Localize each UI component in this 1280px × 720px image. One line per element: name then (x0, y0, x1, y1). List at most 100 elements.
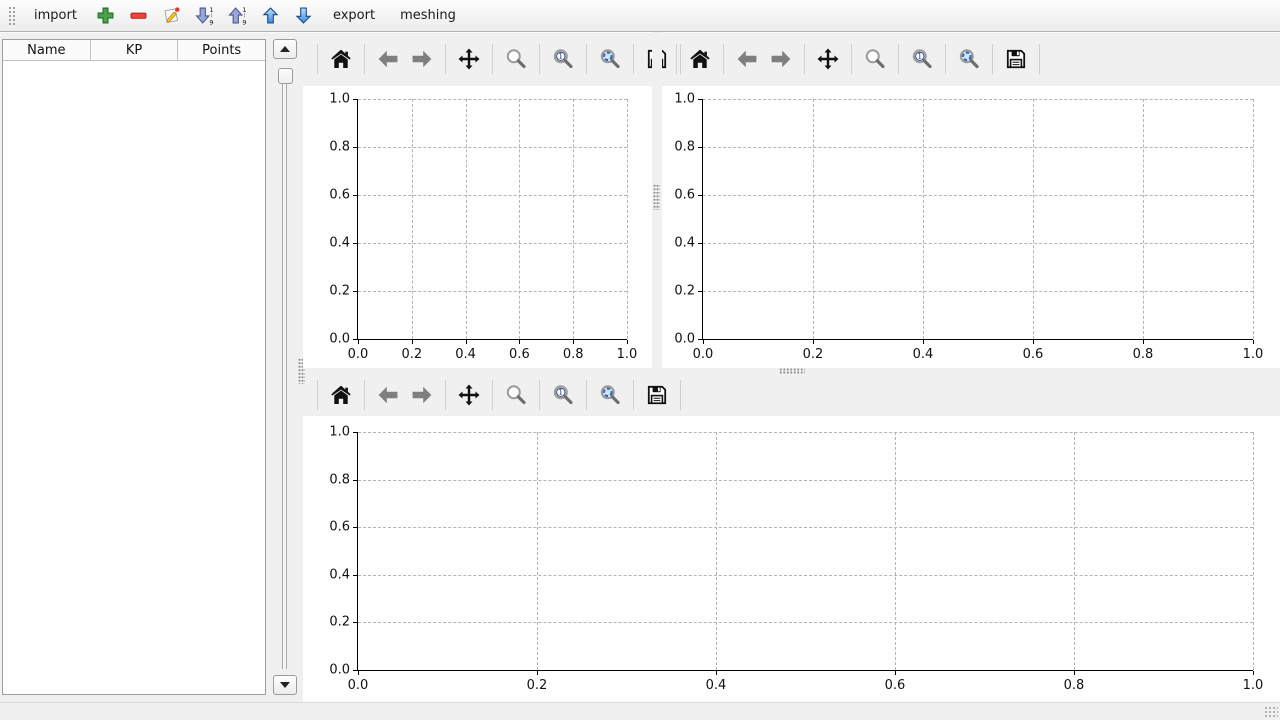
scrollbar-thumb[interactable] (278, 68, 293, 84)
toolbar-separator (364, 44, 365, 74)
zoom-fit-button[interactable] (596, 45, 624, 73)
save-icon (1004, 47, 1028, 71)
zoom-button[interactable] (502, 381, 530, 409)
zoom-button[interactable] (502, 45, 530, 73)
home-button[interactable] (686, 45, 714, 73)
scrollbar-up-button[interactable] (273, 39, 297, 59)
x-tick-label: 0.6 (885, 678, 906, 693)
window-resize-grip[interactable] (1264, 706, 1278, 718)
table-body[interactable] (3, 61, 265, 694)
data-table-panel: NameKPPoints (0, 32, 269, 702)
main-toolbar: import 1919 exportmeshing (0, 0, 1280, 32)
main-content: NameKPPoints 1 0.00.20.40.60.81.00.00. (0, 32, 1280, 702)
add-row-button[interactable] (91, 3, 121, 29)
zoom-fit-button[interactable] (596, 381, 624, 409)
sort-ascending-button[interactable]: 19 (223, 3, 253, 29)
x-tick-mark (466, 340, 467, 344)
meshing-button[interactable]: meshing (389, 4, 467, 27)
x-tick-label: 1.0 (1243, 678, 1264, 693)
plot-toolbar-bottom: 1 (303, 374, 1280, 416)
column-header-points[interactable]: Points (178, 40, 265, 60)
y-tick-mark (698, 339, 702, 340)
pan-button[interactable] (455, 45, 483, 73)
gridline (358, 575, 1253, 576)
plot-canvas-top-left[interactable]: 0.00.20.40.60.81.00.00.20.40.60.81.0 (303, 86, 652, 368)
zoom-fit-button[interactable] (955, 45, 983, 73)
plot-canvas-bottom[interactable]: 0.00.20.40.60.81.00.00.20.40.60.81.0 (303, 416, 1280, 702)
sort-descending-button[interactable]: 19 (190, 3, 220, 29)
status-bar (0, 702, 1280, 720)
x-tick-mark (573, 340, 574, 344)
toolbar-separator (586, 380, 587, 410)
back-button[interactable] (733, 45, 761, 73)
x-tick-label: 1.0 (1243, 347, 1264, 362)
toolbar-separator (445, 380, 446, 410)
scrollbar-track[interactable] (282, 68, 287, 669)
pan-button[interactable] (814, 45, 842, 73)
vertical-sash[interactable] (652, 32, 662, 368)
zoom-original-button[interactable]: 1 (908, 45, 936, 73)
forward-button[interactable] (767, 45, 795, 73)
gridline (813, 99, 814, 339)
scrollbar-down-button[interactable] (273, 675, 297, 695)
x-tick-label: 0.2 (401, 347, 422, 362)
x-tick-label: 0.2 (803, 347, 824, 362)
toolbar-separator (804, 44, 805, 74)
save-icon (645, 383, 669, 407)
column-header-name[interactable]: Name (3, 40, 91, 60)
home-button[interactable] (327, 45, 355, 73)
gridline (703, 99, 1253, 100)
zoom-original-button[interactable]: 1 (549, 381, 577, 409)
y-tick-mark (353, 291, 357, 292)
gridline (537, 432, 538, 670)
zoom-icon (504, 383, 528, 407)
triangle-up-icon (280, 46, 290, 52)
back-button[interactable] (374, 381, 402, 409)
y-tick-label: 1.0 (674, 92, 695, 107)
x-tick-label: 0.0 (693, 347, 714, 362)
gridline (412, 99, 413, 339)
y-tick-label: 0.2 (329, 615, 350, 630)
x-tick-label: 0.8 (1133, 347, 1154, 362)
import-button[interactable]: import (23, 4, 88, 27)
move-up-icon (260, 5, 281, 26)
forward-button[interactable] (408, 45, 436, 73)
zoom-button[interactable] (861, 45, 889, 73)
triangle-down-icon (280, 682, 290, 688)
edit-row-button[interactable] (157, 3, 187, 29)
y-tick-mark (698, 147, 702, 148)
horizontal-sash[interactable] (303, 368, 1280, 374)
home-button[interactable] (327, 381, 355, 409)
pan-button[interactable] (455, 381, 483, 409)
remove-row-button[interactable] (124, 3, 154, 29)
gridline (358, 291, 627, 292)
plot-axes[interactable]: 0.00.20.40.60.81.00.00.20.40.60.81.0 (702, 99, 1253, 340)
forward-button[interactable] (408, 381, 436, 409)
plot-canvas-top-right[interactable]: 0.00.20.40.60.81.00.00.20.40.60.81.0 (662, 86, 1280, 368)
move-down-button[interactable] (289, 3, 319, 29)
plot-axes[interactable]: 0.00.20.40.60.81.00.00.20.40.60.81.0 (357, 99, 627, 340)
export-button[interactable]: export (322, 4, 386, 27)
svg-text:1: 1 (558, 52, 563, 61)
plot-toolbar-top-left: 1 (303, 32, 652, 86)
add-icon (95, 5, 116, 26)
gridline (703, 243, 1253, 244)
toolbar-grip-handle[interactable] (8, 6, 15, 26)
gridline (358, 195, 627, 196)
back-button[interactable] (374, 45, 402, 73)
column-header-kp[interactable]: KP (91, 40, 179, 60)
y-tick-mark (353, 575, 357, 576)
x-tick-label: 0.4 (706, 678, 727, 693)
save-button[interactable] (1002, 45, 1030, 73)
save-button[interactable] (643, 381, 671, 409)
plot-axes[interactable]: 0.00.20.40.60.81.00.00.20.40.60.81.0 (357, 432, 1253, 671)
x-tick-mark (519, 340, 520, 344)
y-tick-mark (698, 243, 702, 244)
toolbar-separator (992, 44, 993, 74)
zoom-original-button[interactable]: 1 (549, 45, 577, 73)
x-tick-label: 0.0 (348, 678, 369, 693)
x-tick-label: 1.0 (617, 347, 638, 362)
gridline (627, 99, 628, 339)
x-tick-mark (1143, 340, 1144, 344)
move-up-button[interactable] (256, 3, 286, 29)
